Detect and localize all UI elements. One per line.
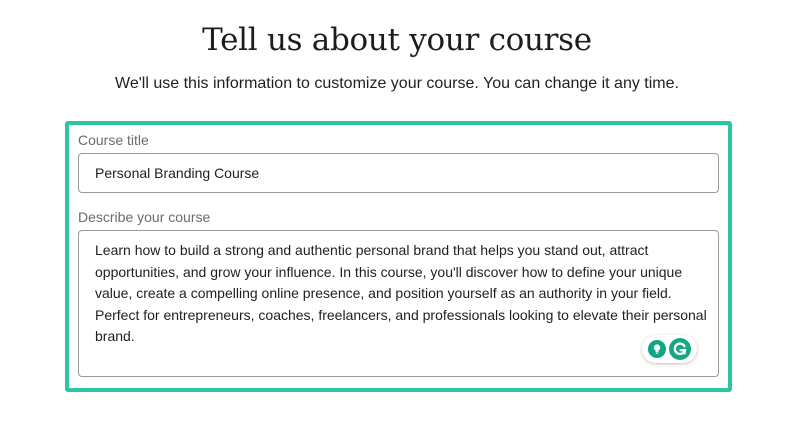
course-description-label: Describe your course bbox=[78, 209, 211, 225]
course-title-label: Course title bbox=[78, 132, 149, 148]
page-title: Tell us about your course bbox=[202, 22, 592, 58]
lightbulb-icon[interactable] bbox=[647, 340, 666, 358]
course-form-panel: Course title Describe your course Learn … bbox=[65, 121, 732, 392]
grammarly-widget[interactable] bbox=[642, 335, 697, 363]
course-description-text[interactable]: Learn how to build a strong and authenti… bbox=[95, 240, 707, 348]
course-description-textarea[interactable]: Learn how to build a strong and authenti… bbox=[78, 230, 719, 377]
page-subtitle: We'll use this information to customize … bbox=[115, 75, 679, 92]
grammarly-logo-icon[interactable] bbox=[669, 338, 692, 360]
course-title-input[interactable] bbox=[78, 153, 719, 193]
